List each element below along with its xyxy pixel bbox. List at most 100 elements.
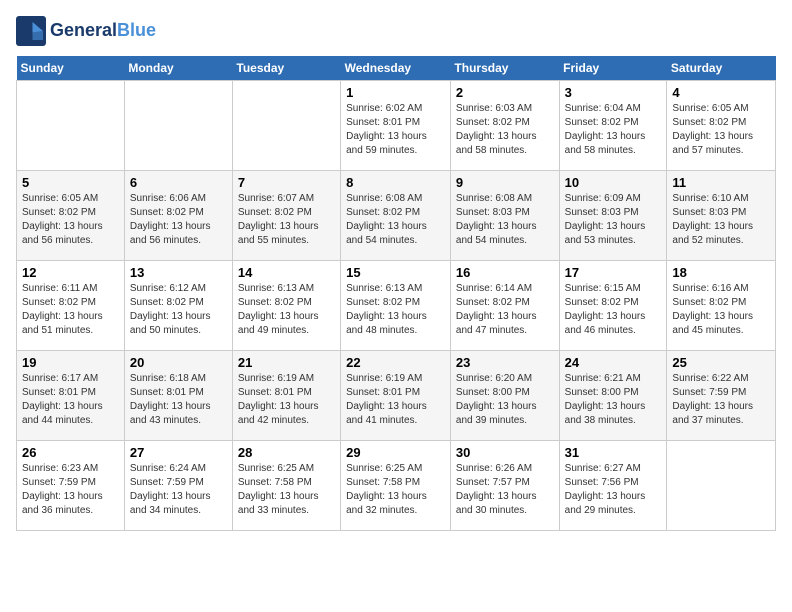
calendar-week-row: 12Sunrise: 6:11 AM Sunset: 8:02 PM Dayli… (17, 261, 776, 351)
calendar-cell: 22 Sunrise: 6:19 AM Sunset: 8:01 PM Dayli… (341, 351, 451, 441)
day-info: Sunrise: 6:27 AM Sunset: 7:56 PM Dayligh… (565, 462, 662, 518)
calendar-cell: 11 Sunrise: 6:10 AM Sunset: 8:03 PM Dayli… (667, 171, 776, 261)
calendar-cell: 19 Sunrise: 6:17 AM Sunset: 8:01 PM Dayli… (17, 351, 125, 441)
day-number: 11 (672, 175, 770, 190)
day-info: Sunrise: 6:08 AM Sunset: 8:02 PM Dayligh… (346, 192, 445, 248)
calendar-cell: 14 Sunrise: 6:13 AM Sunset: 8:02 PM Dayli… (232, 261, 340, 351)
weekday-header-tuesday: Tuesday (232, 56, 340, 81)
day-info: Sunrise: 6:24 AM Sunset: 7:59 PM Dayligh… (130, 462, 227, 518)
calendar-cell: 16 Sunrise: 6:14 AM Sunset: 8:02 PM Dayli… (450, 261, 559, 351)
day-number: 8 (346, 175, 445, 190)
day-info: Sunrise: 6:18 AM Sunset: 8:01 PM Dayligh… (130, 372, 227, 428)
calendar-header: SundayMondayTuesdayWednesdayThursdayFrid… (17, 56, 776, 81)
calendar-cell: 10 Sunrise: 6:09 AM Sunset: 8:03 PM Dayli… (559, 171, 667, 261)
day-info: Sunrise: 6:25 AM Sunset: 7:58 PM Dayligh… (238, 462, 335, 518)
day-info: Sunrise: 6:08 AM Sunset: 8:03 PM Dayligh… (456, 192, 554, 248)
day-info: Sunrise: 6:10 AM Sunset: 8:03 PM Dayligh… (672, 192, 770, 248)
logo-icon (16, 16, 46, 46)
day-number: 10 (565, 175, 662, 190)
day-info: Sunrise: 6:03 AM Sunset: 8:02 PM Dayligh… (456, 102, 554, 158)
day-number: 9 (456, 175, 554, 190)
day-info: Sunrise: 6:07 AM Sunset: 8:02 PM Dayligh… (238, 192, 335, 248)
day-number: 5 (22, 175, 119, 190)
calendar-cell: 7Sunrise: 6:07 AM Sunset: 8:02 PM Daylig… (232, 171, 340, 261)
day-number: 19 (22, 355, 119, 370)
day-info: Sunrise: 6:26 AM Sunset: 7:57 PM Dayligh… (456, 462, 554, 518)
day-info: Sunrise: 6:22 AM Sunset: 7:59 PM Dayligh… (672, 372, 770, 428)
calendar-cell: 3Sunrise: 6:04 AM Sunset: 8:02 PM Daylig… (559, 81, 667, 171)
day-info: Sunrise: 6:06 AM Sunset: 8:02 PM Dayligh… (130, 192, 227, 248)
day-number: 22 (346, 355, 445, 370)
day-number: 16 (456, 265, 554, 280)
calendar-cell (17, 81, 125, 171)
day-info: Sunrise: 6:05 AM Sunset: 8:02 PM Dayligh… (672, 102, 770, 158)
calendar-week-row: 1 Sunrise: 6:02 AM Sunset: 8:01 PM Daylig… (17, 81, 776, 171)
calendar-cell (667, 441, 776, 531)
day-number: 6 (130, 175, 227, 190)
page-header: GeneralBlue (16, 16, 776, 46)
calendar-cell: 8 Sunrise: 6:08 AM Sunset: 8:02 PM Daylig… (341, 171, 451, 261)
calendar-cell: 1 Sunrise: 6:02 AM Sunset: 8:01 PM Daylig… (341, 81, 451, 171)
weekday-header-sunday: Sunday (17, 56, 125, 81)
day-number: 18 (672, 265, 770, 280)
day-info: Sunrise: 6:12 AM Sunset: 8:02 PM Dayligh… (130, 282, 227, 338)
day-info: Sunrise: 6:20 AM Sunset: 8:00 PM Dayligh… (456, 372, 554, 428)
day-info: Sunrise: 6:04 AM Sunset: 8:02 PM Dayligh… (565, 102, 662, 158)
calendar-cell: 27 Sunrise: 6:24 AM Sunset: 7:59 PM Dayli… (124, 441, 232, 531)
day-number: 17 (565, 265, 662, 280)
day-number: 14 (238, 265, 335, 280)
day-number: 26 (22, 445, 119, 460)
calendar-week-row: 26 Sunrise: 6:23 AM Sunset: 7:59 PM Dayli… (17, 441, 776, 531)
calendar-cell: 17 Sunrise: 6:15 AM Sunset: 8:02 PM Dayli… (559, 261, 667, 351)
calendar-cell: 25Sunrise: 6:22 AM Sunset: 7:59 PM Dayli… (667, 351, 776, 441)
calendar-cell: 23 Sunrise: 6:20 AM Sunset: 8:00 PM Dayli… (450, 351, 559, 441)
day-number: 28 (238, 445, 335, 460)
day-number: 29 (346, 445, 445, 460)
calendar-cell: 30Sunrise: 6:26 AM Sunset: 7:57 PM Dayli… (450, 441, 559, 531)
day-info: Sunrise: 6:09 AM Sunset: 8:03 PM Dayligh… (565, 192, 662, 248)
calendar-cell: 20 Sunrise: 6:18 AM Sunset: 8:01 PM Dayli… (124, 351, 232, 441)
weekday-header-saturday: Saturday (667, 56, 776, 81)
header-row: SundayMondayTuesdayWednesdayThursdayFrid… (17, 56, 776, 81)
day-number: 27 (130, 445, 227, 460)
weekday-header-monday: Monday (124, 56, 232, 81)
weekday-header-friday: Friday (559, 56, 667, 81)
day-number: 1 (346, 85, 445, 100)
calendar-cell: 2 Sunrise: 6:03 AM Sunset: 8:02 PM Daylig… (450, 81, 559, 171)
calendar-table: SundayMondayTuesdayWednesdayThursdayFrid… (16, 56, 776, 531)
logo-text: GeneralBlue (50, 21, 156, 41)
day-number: 2 (456, 85, 554, 100)
day-number: 24 (565, 355, 662, 370)
day-info: Sunrise: 6:21 AM Sunset: 8:00 PM Dayligh… (565, 372, 662, 428)
day-info: Sunrise: 6:25 AM Sunset: 7:58 PM Dayligh… (346, 462, 445, 518)
day-info: Sunrise: 6:19 AM Sunset: 8:01 PM Dayligh… (346, 372, 445, 428)
day-number: 23 (456, 355, 554, 370)
calendar-cell (232, 81, 340, 171)
day-number: 21 (238, 355, 335, 370)
calendar-cell: 28 Sunrise: 6:25 AM Sunset: 7:58 PM Dayli… (232, 441, 340, 531)
day-info: Sunrise: 6:19 AM Sunset: 8:01 PM Dayligh… (238, 372, 335, 428)
calendar-cell: 4Sunrise: 6:05 AM Sunset: 8:02 PM Daylig… (667, 81, 776, 171)
calendar-cell: 31Sunrise: 6:27 AM Sunset: 7:56 PM Dayli… (559, 441, 667, 531)
day-info: Sunrise: 6:02 AM Sunset: 8:01 PM Dayligh… (346, 102, 445, 158)
calendar-cell: 29 Sunrise: 6:25 AM Sunset: 7:58 PM Dayli… (341, 441, 451, 531)
day-info: Sunrise: 6:13 AM Sunset: 8:02 PM Dayligh… (346, 282, 445, 338)
day-info: Sunrise: 6:15 AM Sunset: 8:02 PM Dayligh… (565, 282, 662, 338)
day-number: 15 (346, 265, 445, 280)
calendar-cell: 13Sunrise: 6:12 AM Sunset: 8:02 PM Dayli… (124, 261, 232, 351)
day-number: 20 (130, 355, 227, 370)
calendar-cell: 6 Sunrise: 6:06 AM Sunset: 8:02 PM Daylig… (124, 171, 232, 261)
day-info: Sunrise: 6:14 AM Sunset: 8:02 PM Dayligh… (456, 282, 554, 338)
calendar-body: 1 Sunrise: 6:02 AM Sunset: 8:01 PM Daylig… (17, 81, 776, 531)
calendar-cell: 15 Sunrise: 6:13 AM Sunset: 8:02 PM Dayli… (341, 261, 451, 351)
calendar-week-row: 5 Sunrise: 6:05 AM Sunset: 8:02 PM Daylig… (17, 171, 776, 261)
calendar-cell: 24 Sunrise: 6:21 AM Sunset: 8:00 PM Dayli… (559, 351, 667, 441)
day-info: Sunrise: 6:13 AM Sunset: 8:02 PM Dayligh… (238, 282, 335, 338)
calendar-week-row: 19 Sunrise: 6:17 AM Sunset: 8:01 PM Dayli… (17, 351, 776, 441)
calendar-cell: 18Sunrise: 6:16 AM Sunset: 8:02 PM Dayli… (667, 261, 776, 351)
day-info: Sunrise: 6:17 AM Sunset: 8:01 PM Dayligh… (22, 372, 119, 428)
day-info: Sunrise: 6:23 AM Sunset: 7:59 PM Dayligh… (22, 462, 119, 518)
day-info: Sunrise: 6:05 AM Sunset: 8:02 PM Dayligh… (22, 192, 119, 248)
calendar-cell: 9 Sunrise: 6:08 AM Sunset: 8:03 PM Daylig… (450, 171, 559, 261)
calendar-cell: 21 Sunrise: 6:19 AM Sunset: 8:01 PM Dayli… (232, 351, 340, 441)
